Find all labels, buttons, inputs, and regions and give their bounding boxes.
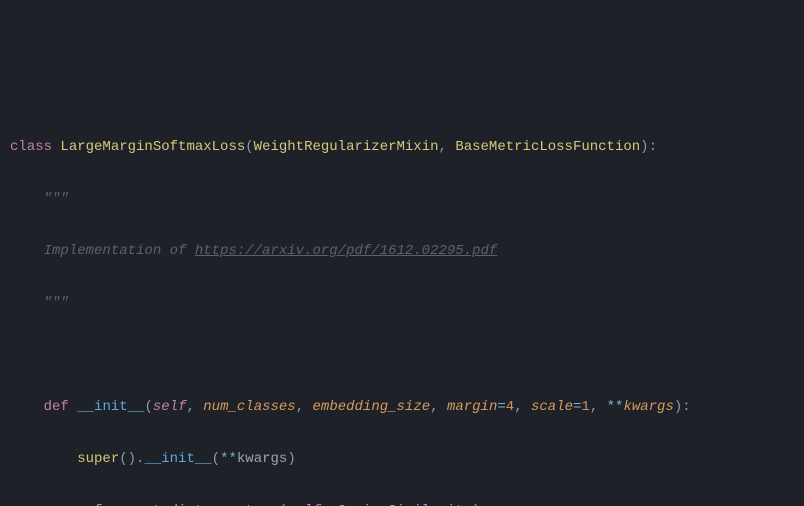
docstring-text: Implementation of bbox=[44, 243, 195, 259]
line-def: def __init__(self, num_classes, embeddin… bbox=[10, 394, 804, 420]
default-margin: 4 bbox=[506, 399, 514, 415]
super-call: super bbox=[77, 451, 119, 467]
line-blank bbox=[10, 342, 804, 368]
param-emb: embedding_size bbox=[313, 399, 431, 415]
base-2: BaseMetricLossFunction bbox=[455, 139, 640, 155]
code-block: class LargeMarginSoftmaxLoss(WeightRegul… bbox=[10, 108, 804, 506]
base-1: WeightRegularizerMixin bbox=[254, 139, 439, 155]
docstring-quote: """ bbox=[44, 295, 69, 311]
line-super: super().__init__(**kwargs) bbox=[10, 446, 804, 472]
param-scale: scale bbox=[531, 399, 573, 415]
kw-def: def bbox=[44, 399, 69, 415]
line-class-decl: class LargeMarginSoftmaxLoss(WeightRegul… bbox=[10, 134, 804, 160]
param-kwargs: kwargs bbox=[623, 399, 673, 415]
param-margin: margin bbox=[447, 399, 497, 415]
line-doc-close: """ bbox=[10, 290, 804, 316]
init-ref: __init__ bbox=[144, 451, 211, 467]
line-doc-open: """ bbox=[10, 186, 804, 212]
kwargs-spread: kwargs bbox=[237, 451, 287, 467]
class-name: LargeMarginSoftmaxLoss bbox=[60, 139, 245, 155]
kw-class: class bbox=[10, 139, 52, 155]
param-self: self bbox=[153, 399, 187, 415]
docstring-quote: """ bbox=[44, 191, 69, 207]
line-doc-body: Implementation of https://arxiv.org/pdf/… bbox=[10, 238, 804, 264]
docstring-link[interactable]: https://arxiv.org/pdf/1612.02295.pdf bbox=[195, 243, 497, 259]
line-assert: c_f.assert_distance_type(self, CosineSim… bbox=[10, 498, 804, 506]
default-scale: 1 bbox=[581, 399, 589, 415]
param-numc: num_classes bbox=[203, 399, 295, 415]
fn-name: __init__ bbox=[77, 399, 144, 415]
